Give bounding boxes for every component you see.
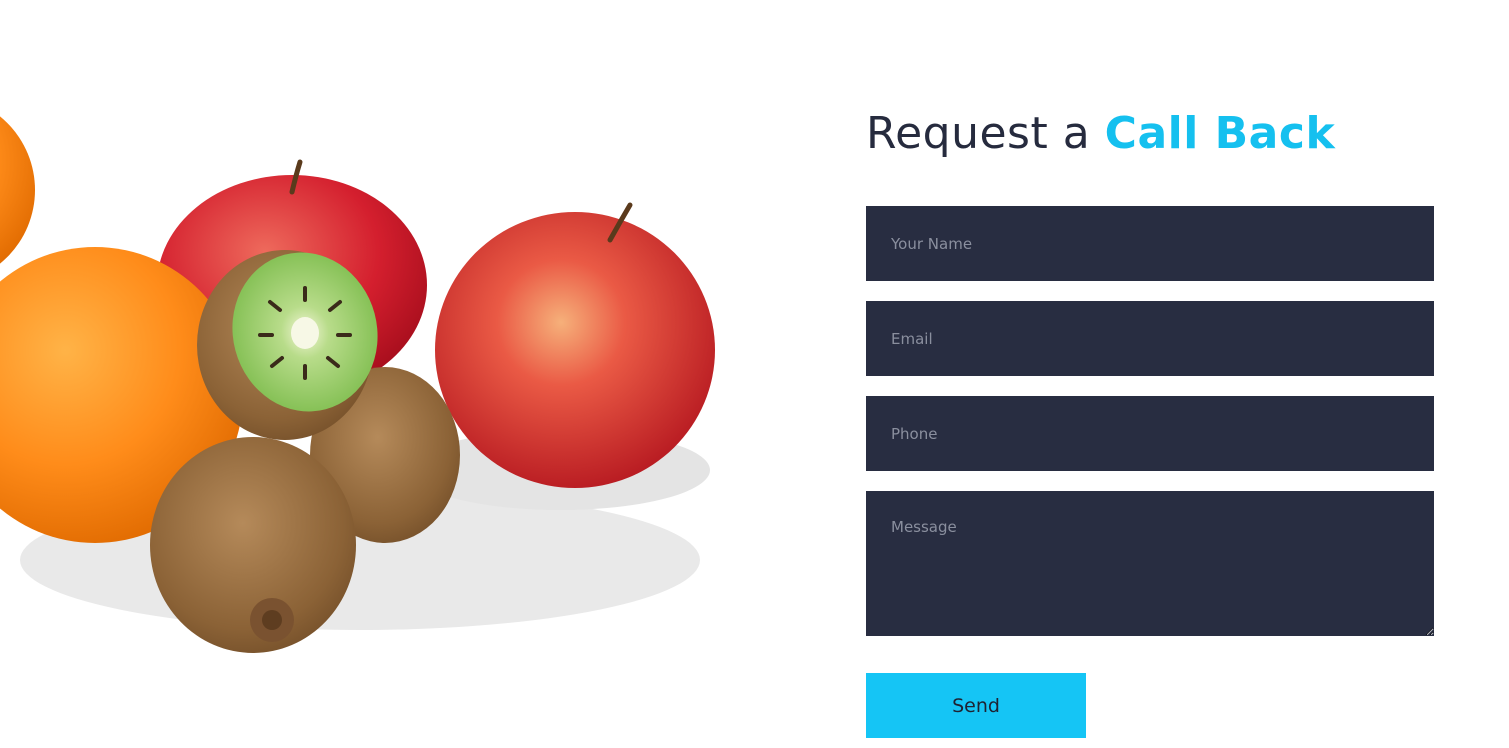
send-button[interactable]: Send xyxy=(866,673,1086,738)
title-accent-text: Call Back xyxy=(1104,108,1336,159)
orange-top-left xyxy=(0,116,35,264)
apple-right xyxy=(435,202,715,488)
phone-input[interactable] xyxy=(866,396,1434,471)
name-input[interactable] xyxy=(866,206,1434,281)
page-title: Request a Call Back xyxy=(866,108,1335,159)
page: Request a Call Back Send xyxy=(0,0,1509,748)
fruit-image xyxy=(0,116,715,653)
message-textarea[interactable] xyxy=(866,491,1434,636)
email-input[interactable] xyxy=(866,301,1434,376)
title-plain-text: Request a xyxy=(866,108,1105,159)
kiwi-front xyxy=(150,437,356,653)
